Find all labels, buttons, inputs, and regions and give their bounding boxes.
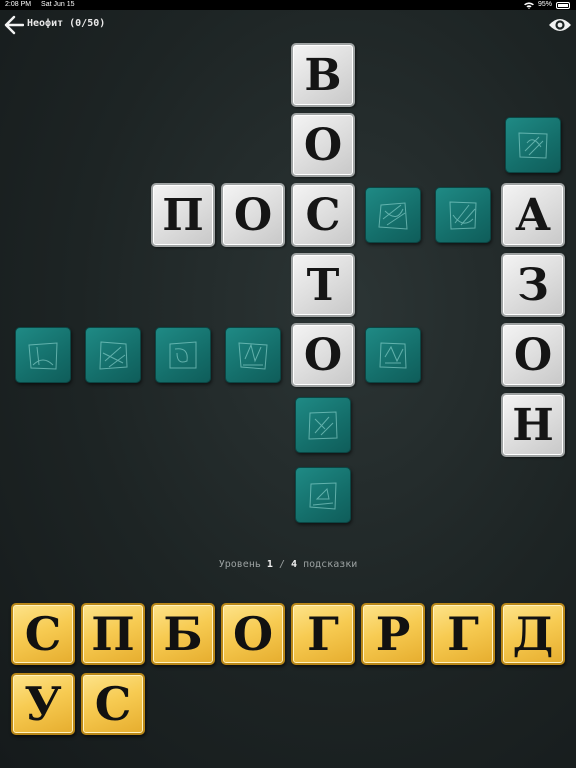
letter-tile[interactable]: С (11, 603, 75, 665)
revealed-tile: В (291, 43, 355, 107)
scribble-icon (379, 342, 407, 369)
scribble-icon (28, 342, 58, 370)
reveal-button[interactable] (548, 16, 572, 34)
revealed-tile: О (221, 183, 285, 247)
hidden-tile (505, 117, 561, 173)
scribble-icon (238, 342, 268, 370)
hint-separator: / (278, 559, 285, 570)
revealed-tile: С (291, 183, 355, 247)
scribble-icon (449, 201, 477, 230)
hidden-tile (435, 187, 491, 243)
back-arrow-icon (4, 15, 25, 35)
hint-level-label: Уровень 1 / 4 подсказки (0, 559, 576, 570)
battery-icon (556, 1, 570, 9)
scribble-icon (308, 411, 338, 440)
hidden-tile (295, 467, 351, 523)
letter-tile[interactable]: Д (501, 603, 565, 665)
hidden-tile (85, 327, 141, 383)
scribble-icon (518, 132, 548, 159)
letter-tile[interactable]: О (221, 603, 285, 665)
page-title: Неофит (0/50) (27, 18, 106, 29)
revealed-tile: Т (291, 253, 355, 317)
status-time: 2:08 PM (5, 1, 32, 8)
revealed-tile: О (501, 323, 565, 387)
revealed-tile: О (291, 323, 355, 387)
letter-tile[interactable]: Г (431, 603, 495, 665)
back-button[interactable] (4, 14, 25, 36)
letter-tile[interactable]: У (11, 673, 75, 735)
revealed-tile: О (291, 113, 355, 177)
scribble-icon (99, 341, 128, 370)
scribble-icon (169, 341, 197, 369)
letter-tile[interactable]: Г (291, 603, 355, 665)
battery-percent: 95% (537, 1, 552, 8)
hidden-tile (15, 327, 71, 383)
scribble-icon (309, 482, 337, 510)
hidden-tile (365, 187, 421, 243)
top-bar: Неофит (0/50) (0, 12, 576, 38)
status-date: Sat Jun 15 (41, 1, 75, 8)
letter-tile[interactable]: П (81, 603, 145, 665)
revealed-tile: Н (501, 393, 565, 457)
scribble-icon (378, 202, 408, 230)
hidden-tile (365, 327, 421, 383)
revealed-tile: П (151, 183, 215, 247)
hidden-tile (225, 327, 281, 383)
hint-suffix: подсказки (303, 559, 358, 570)
status-bar: 2:08 PM Sat Jun 15 95% (0, 0, 576, 10)
revealed-tile: А (501, 183, 565, 247)
wifi-icon (523, 1, 534, 9)
letter-tile[interactable]: С (81, 673, 145, 735)
hidden-tile (155, 327, 211, 383)
letter-tile[interactable]: Б (151, 603, 215, 665)
revealed-tile: З (501, 253, 565, 317)
hint-total: 4 (291, 559, 298, 570)
hint-current: 1 (266, 559, 273, 570)
hidden-tile (295, 397, 351, 453)
hint-prefix: Уровень (218, 559, 261, 570)
eye-icon (549, 19, 571, 31)
letter-tile[interactable]: Р (361, 603, 425, 665)
